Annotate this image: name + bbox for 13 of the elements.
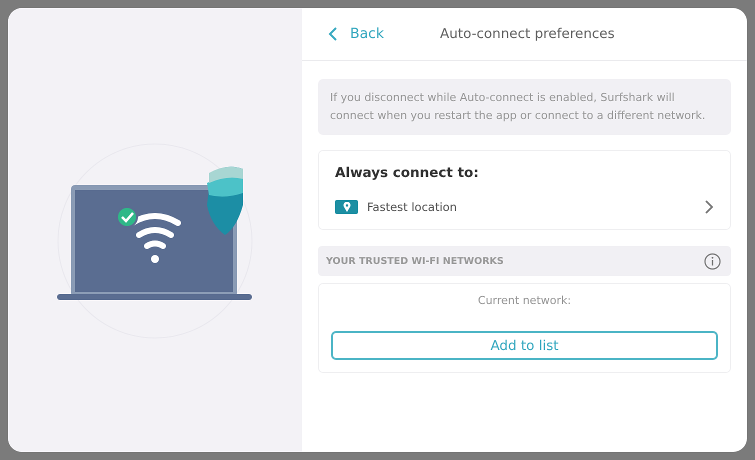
location-label: Fastest location xyxy=(367,200,458,214)
chevron-right-icon xyxy=(704,199,714,215)
back-button[interactable]: Back xyxy=(328,26,384,42)
add-to-list-button[interactable]: Add to list xyxy=(331,331,718,360)
location-pin-icon xyxy=(335,200,358,214)
info-notice: If you disconnect while Auto-connect is enabled, Surfshark will connect when you restart the app or connect to a different network. xyxy=(318,79,731,135)
section-heading: Always connect to: xyxy=(335,165,480,181)
page-title: Auto-connect preferences xyxy=(440,26,615,42)
section-heading: YOUR TRUSTED WI-FI NETWORKS xyxy=(326,256,504,266)
info-icon[interactable] xyxy=(704,252,721,270)
back-chevron-icon xyxy=(328,27,338,41)
current-network-label: Current network: xyxy=(478,294,572,307)
location-row[interactable]: Fastest location xyxy=(335,199,714,215)
